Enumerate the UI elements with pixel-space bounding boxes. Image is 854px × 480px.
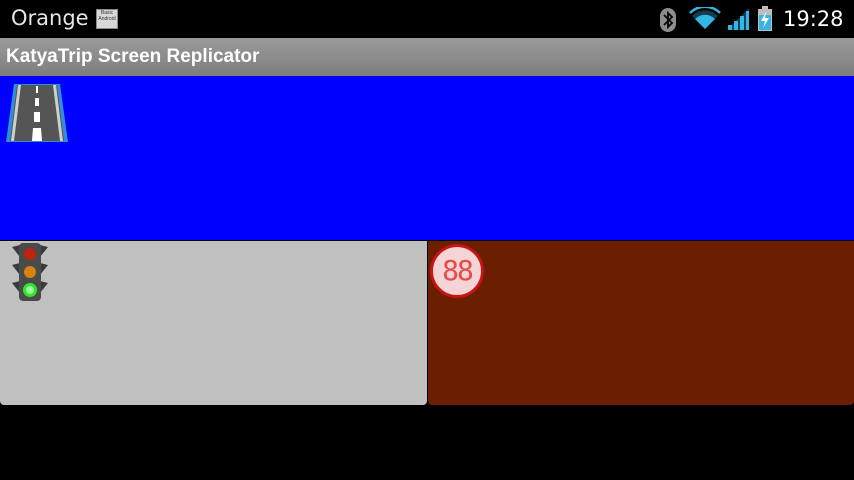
app-title: KatyaTrip Screen Replicator — [6, 46, 260, 67]
battery-charging-icon — [758, 6, 772, 31]
road-panel[interactable] — [0, 76, 854, 240]
status-clock: 19:28 — [783, 7, 844, 31]
speed-value: 88 — [442, 254, 474, 287]
carrier-name: Orange — [11, 6, 89, 30]
action-bar: KatyaTrip Screen Replicator — [0, 38, 854, 76]
signal-icon — [727, 8, 749, 30]
status-bar: Orange Basic Android 19:28 — [0, 0, 854, 38]
road-icon — [6, 84, 68, 142]
bluetooth-icon — [660, 8, 676, 32]
traffic-panel[interactable] — [0, 241, 427, 405]
traffic-light-icon — [12, 243, 48, 301]
speed-panel[interactable]: 88 — [428, 241, 854, 405]
basic-android-app-icon: Basic Android — [96, 9, 118, 29]
speed-limit-icon: 88 — [430, 244, 484, 298]
screen: Orange Basic Android 19:28 KatyaTrip Scr… — [0, 0, 854, 480]
wifi-icon — [689, 7, 721, 30]
